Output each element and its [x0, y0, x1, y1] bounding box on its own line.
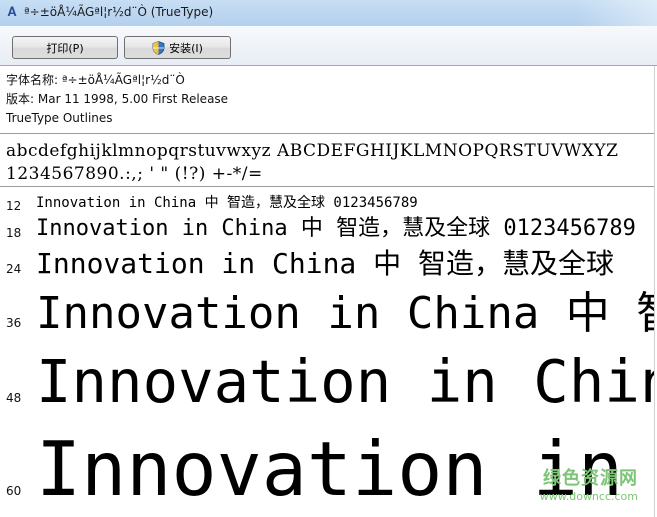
font-name-line: 字体名称: ª÷±öÅ¼ÃGªl¦r½d¨Ò	[6, 73, 185, 87]
sample-size-label: 60	[6, 484, 22, 498]
sample-size-label: 12	[6, 199, 22, 213]
sample-text: Innovation in China 中 智造，慧及全球 0123456789	[36, 195, 418, 211]
font-version-line: 版本: Mar 11 1998, 5.00 First Release	[6, 92, 229, 106]
sample-text: Innovation in China 中 智造，慧及全球	[36, 247, 615, 280]
divider	[0, 186, 654, 187]
sample-size-label: 48	[6, 391, 22, 405]
font-preview-area[interactable]: 字体名称: ª÷±öÅ¼ÃGªl¦r½d¨Ò 版本: Mar 11 1998, …	[0, 66, 655, 517]
font-file-icon: 𝐀	[7, 5, 17, 20]
toolbar: 打印(P) 安装(I)	[0, 26, 657, 66]
sample-size-label: 18	[6, 226, 22, 240]
charset-digits-symbols: 1234567890.:,; ' " (!?) +-*/=	[6, 164, 263, 184]
charset-letters: abcdefghijklmnopqrstuvwxyz ABCDEFGHIJKLM…	[6, 141, 619, 161]
font-type-line: TrueType Outlines	[6, 111, 113, 125]
title-bar-glow	[577, 0, 657, 26]
install-button-label: 安装(I)	[169, 41, 203, 55]
sample-text: Innovation in China	[36, 347, 655, 416]
sample-size-label: 36	[6, 316, 22, 330]
window-title: ª÷±öÅ¼ÃGªl¦r½d¨Ò (TrueType)	[24, 5, 214, 19]
sample-text: Innovation in Ch	[36, 425, 654, 513]
title-bar: 𝐀 ª÷±öÅ¼ÃGªl¦r½d¨Ò (TrueType)	[0, 0, 657, 26]
sample-text: Innovation in China 中 智造，慧及全球 0123456789	[36, 216, 636, 241]
print-button[interactable]: 打印(P)	[12, 36, 118, 59]
shield-icon	[152, 40, 165, 55]
sample-text: Innovation in China 中 智	[36, 288, 655, 339]
install-button[interactable]: 安装(I)	[124, 36, 231, 59]
divider	[0, 133, 654, 134]
print-button-label: 打印(P)	[46, 41, 84, 55]
sample-size-label: 24	[6, 262, 22, 276]
